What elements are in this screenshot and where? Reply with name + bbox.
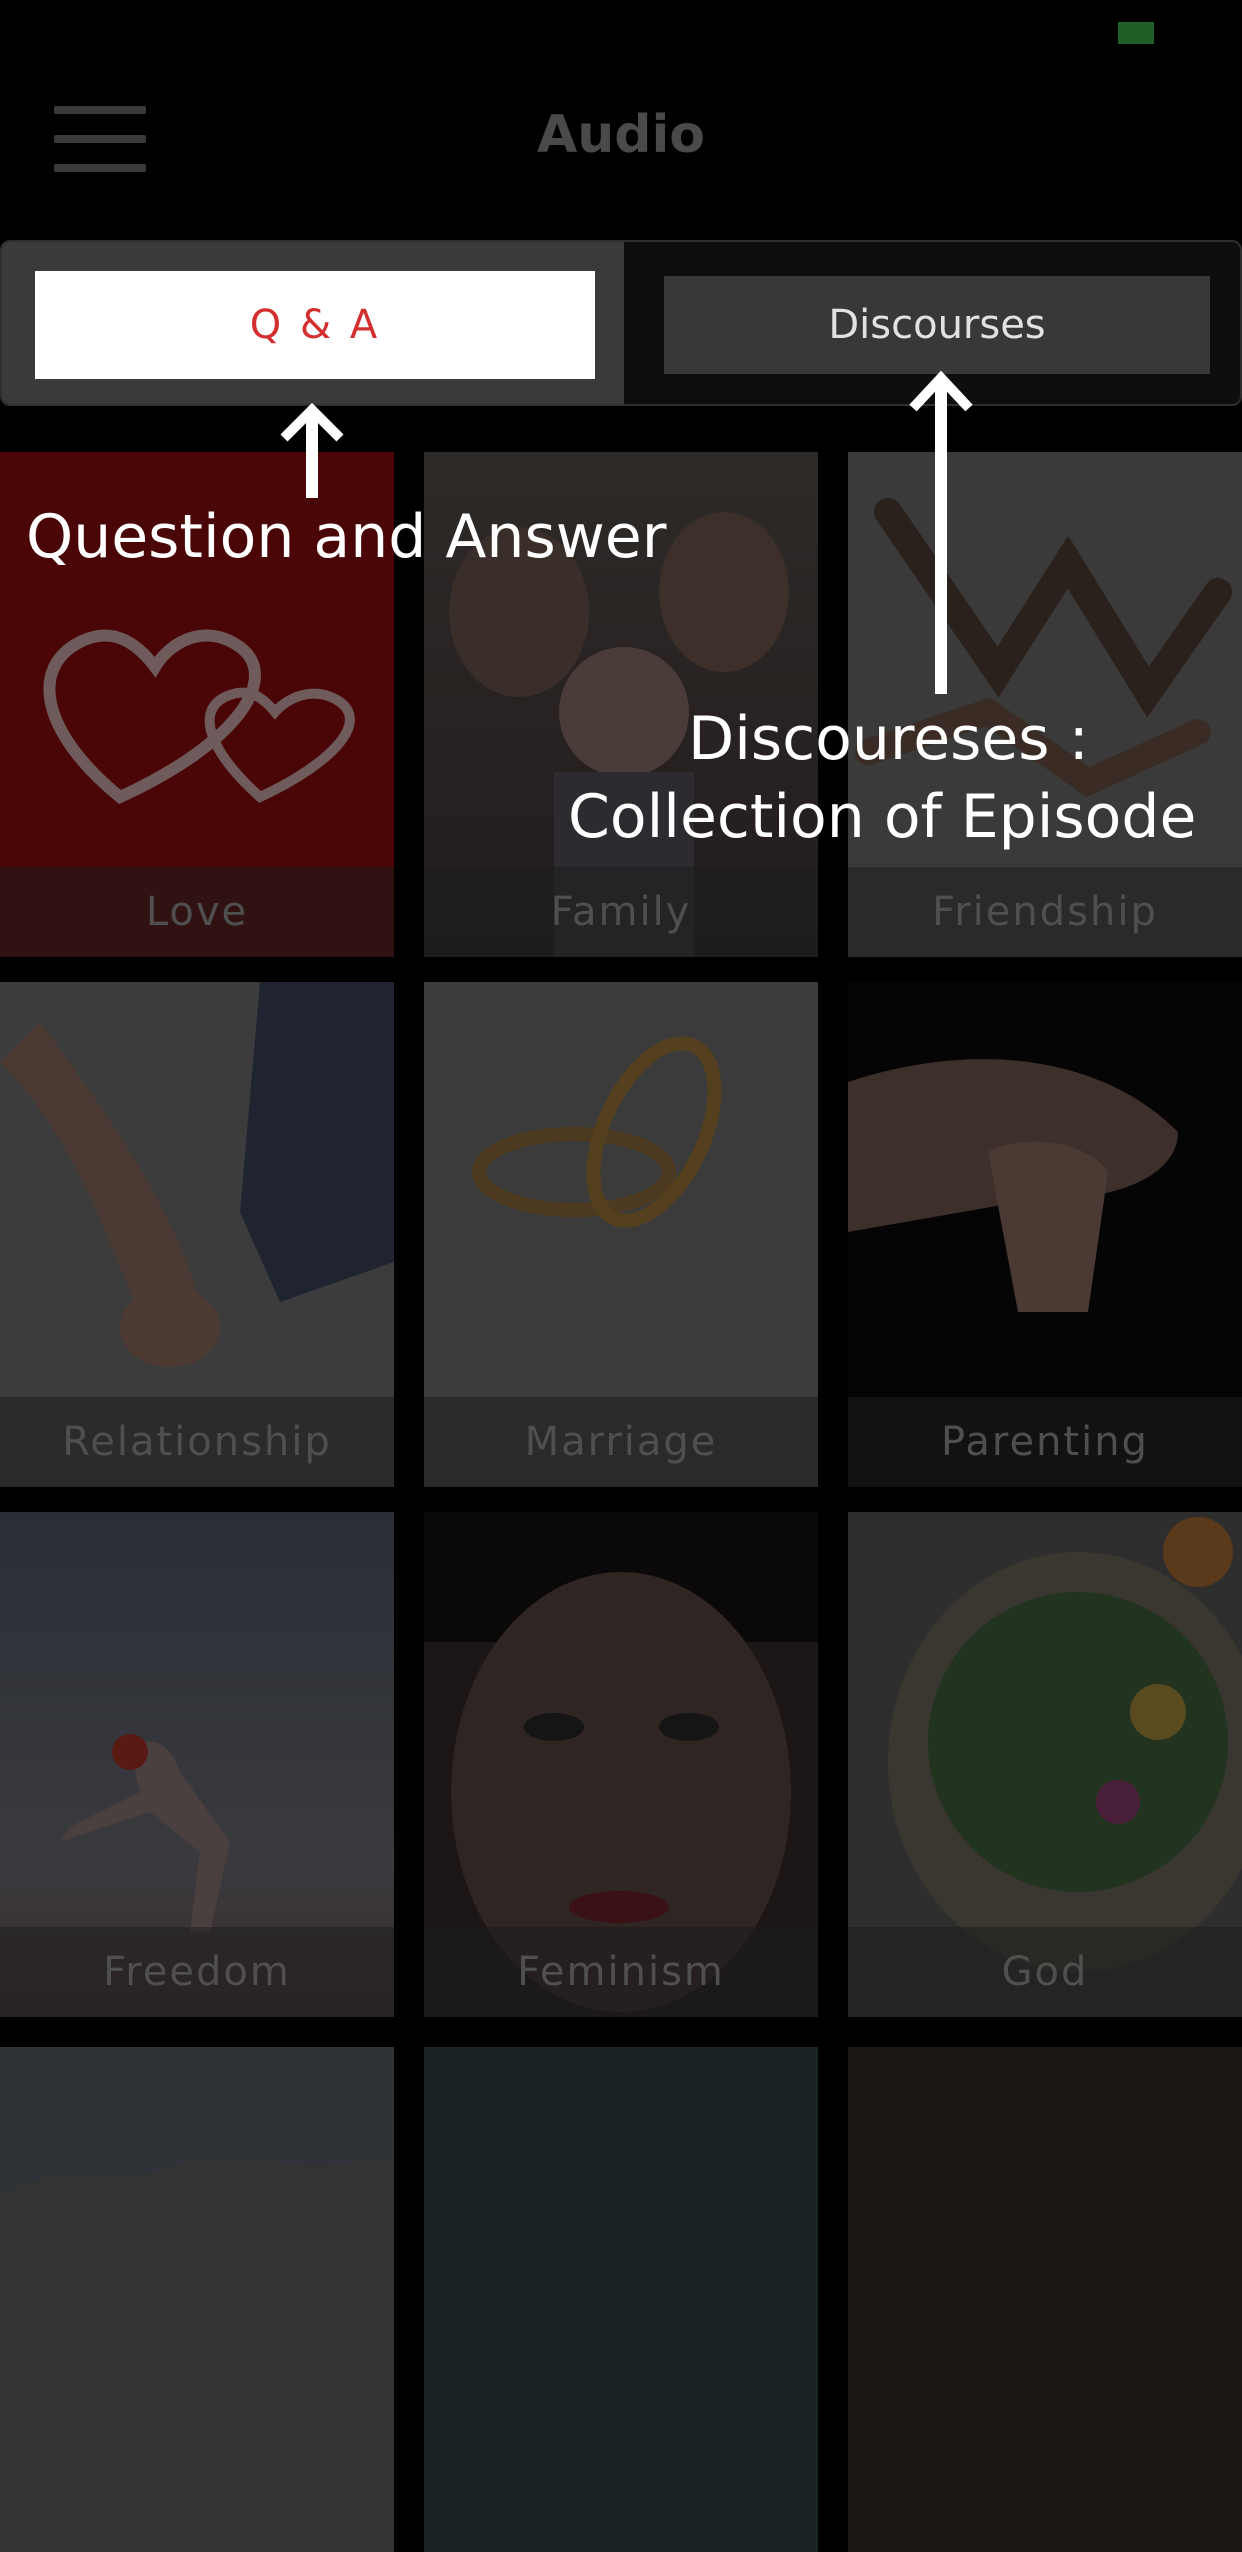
category-label: God [848, 1927, 1242, 2017]
app-header: Audio [0, 0, 1242, 240]
category-photo [848, 2047, 1242, 2552]
category-tile-god[interactable]: God [848, 1512, 1242, 2017]
audio-tab-switcher: Q & A Discourses [0, 240, 1242, 406]
category-label: Freedom [0, 1927, 394, 2017]
qa-annotation: Question and Answer [26, 502, 667, 572]
category-label: Family [424, 867, 818, 957]
category-label: Parenting [848, 1397, 1242, 1487]
page-title: Audio [536, 105, 706, 165]
category-tile-feminism[interactable]: Feminism [424, 1512, 818, 2017]
arrow-up-icon [280, 402, 344, 498]
category-tile-marriage[interactable]: Marriage [424, 982, 818, 1487]
category-tile-row4-1[interactable] [0, 2047, 394, 2552]
category-tile-parenting[interactable]: Parenting [848, 982, 1242, 1487]
category-tile-freedom[interactable]: Freedom [0, 1512, 394, 2017]
category-label: Friendship [848, 867, 1242, 957]
category-label: Love [0, 867, 394, 957]
category-tile-row4-2[interactable] [424, 2047, 818, 2552]
tab-discourses[interactable]: Discourses [664, 276, 1210, 374]
discourses-annotation-line1: Discoureses : [688, 704, 1089, 774]
discourses-annotation-line2: Collection of Episode [568, 782, 1197, 852]
category-label: Feminism [424, 1927, 818, 2017]
category-label: Relationship [0, 1397, 394, 1487]
tab-qa[interactable]: Q & A [35, 271, 595, 379]
category-label: Marriage [424, 1397, 818, 1487]
category-tile-relationship[interactable]: Relationship [0, 982, 394, 1487]
category-tile-row4-3[interactable] [848, 2047, 1242, 2552]
arrow-up-icon [909, 370, 973, 694]
category-photo [0, 2047, 394, 2552]
category-photo [424, 2047, 818, 2552]
